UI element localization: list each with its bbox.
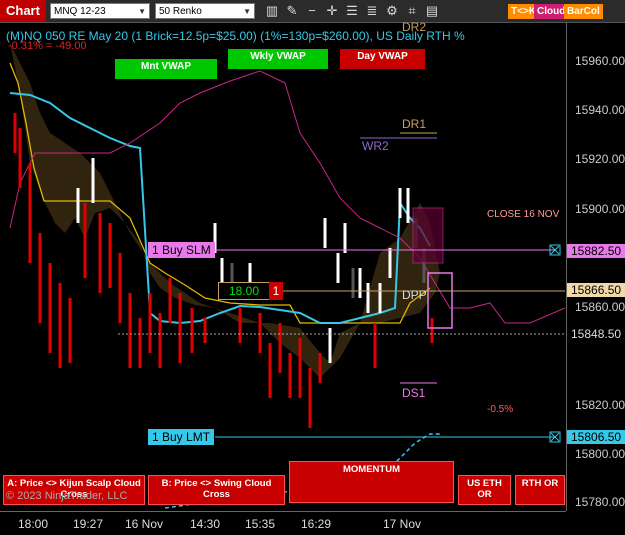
properties-icon[interactable]: ☰: [342, 1, 362, 21]
price-tick: 15960.00: [575, 54, 625, 68]
projection-box-upper: [412, 207, 444, 264]
buy-lmt-order[interactable]: 1 Buy LMT: [148, 429, 215, 445]
barcol-toggle-button[interactable]: BarCol: [564, 4, 603, 19]
buy-slm-price-tag: 15882.50: [567, 244, 625, 258]
momentum-button[interactable]: MOMENTUM: [289, 461, 454, 503]
crosshair-icon[interactable]: ✛: [322, 1, 342, 21]
time-tick: 16 Nov: [125, 517, 164, 531]
chart-panel[interactable]: (M)NQ 050 RE May 20 (1 Brick=12.5p=$25.0…: [0, 20, 565, 511]
buy-slm-order[interactable]: 1 Buy SLM: [148, 242, 215, 258]
instrument-selector[interactable]: MNQ 12-23 ▼: [50, 3, 150, 19]
chart-toolbar: Chart MNQ 12-23 ▼ 50 Renko ▼ ▥ ✎ − ✛ ☰ ≣…: [0, 0, 625, 23]
wkly-vwap-button[interactable]: Wkly VWAP: [228, 49, 328, 69]
attach-icon[interactable]: ⌗: [402, 1, 422, 21]
dr1-label: DR1: [402, 117, 427, 131]
zoom-out-icon[interactable]: −: [302, 1, 322, 21]
time-tick: 18:00: [18, 517, 49, 531]
mnt-vwap-button[interactable]: Mnt VWAP: [115, 59, 217, 79]
position-price-tag: 15866.50: [567, 283, 625, 297]
swing-cloud-cross-button[interactable]: B: Price <> Swing Cloud Cross: [148, 475, 285, 505]
ds1-label: DS1: [402, 386, 426, 400]
time-tick: 14:30: [190, 517, 221, 531]
last-price-tag: 15848.50: [567, 327, 625, 341]
bar-style-icon[interactable]: ▥: [262, 1, 282, 21]
cancel-order-icons: [549, 244, 561, 443]
price-tick: 15860.00: [575, 300, 625, 314]
chevron-down-icon: ▼: [243, 6, 251, 16]
bar-type-selector[interactable]: 50 Renko ▼: [155, 3, 255, 19]
day-vwap-button[interactable]: Day VWAP: [340, 49, 425, 69]
price-tick: 15940.00: [575, 103, 625, 117]
position-pnl[interactable]: 18.00: [218, 282, 270, 300]
templates-icon[interactable]: ▤: [422, 1, 442, 21]
instrument-value: MNQ 12-23: [54, 5, 106, 17]
time-tick: 17 Nov: [383, 517, 422, 531]
price-tick: 15780.00: [575, 495, 625, 509]
percent-label: -0.5%: [487, 404, 514, 415]
dr2-label: DR2: [402, 20, 427, 34]
dpp-label: DPP: [402, 288, 427, 302]
chevron-down-icon: ▼: [138, 6, 146, 16]
pnl-text: -0.31% = -49.00: [8, 40, 87, 52]
strategies-icon[interactable]: ⚙: [382, 1, 402, 21]
drawing-tool-icon[interactable]: ✎: [282, 1, 302, 21]
time-axis[interactable]: 18:00 19:27 16 Nov 14:30 15:35 16:29 17 …: [0, 511, 566, 535]
toolbar-icons: ▥ ✎ − ✛ ☰ ≣ ⚙ ⌗ ▤: [262, 1, 442, 21]
app-title: Chart: [0, 0, 46, 22]
rth-or-button[interactable]: RTH OR: [515, 475, 565, 505]
time-tick: 15:35: [245, 517, 276, 531]
us-eth-or-button[interactable]: US ETH OR: [458, 475, 511, 505]
price-tick: 15920.00: [575, 152, 625, 166]
bar-type-value: 50 Renko: [159, 5, 202, 17]
price-tick: 15900.00: [575, 202, 625, 216]
close-label: CLOSE 16 NOV: [487, 209, 560, 220]
buy-lmt-price-tag: 15806.50: [567, 430, 625, 444]
wr2-label: WR2: [362, 139, 389, 153]
time-tick: 19:27: [73, 517, 104, 531]
position-qty[interactable]: 1: [269, 282, 283, 300]
price-chart[interactable]: [0, 23, 565, 511]
instruments-icon[interactable]: ≣: [362, 1, 382, 21]
price-tick: 15800.00: [575, 447, 625, 461]
time-tick: 16:29: [301, 517, 332, 531]
price-axis[interactable]: 15960.00 15940.00 15920.00 15900.00 1586…: [566, 23, 625, 511]
price-tick: 15820.00: [575, 398, 625, 412]
copyright-text: © 2023 NinjaTrader, LLC: [6, 490, 128, 502]
